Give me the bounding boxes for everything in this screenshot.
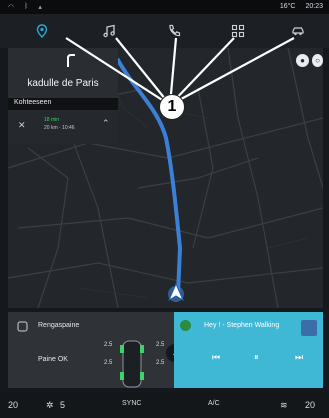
trip-details: 20 km · 10:46: [44, 125, 75, 131]
nav-tab-navigation[interactable]: [30, 20, 54, 42]
apps-grid-icon: [231, 24, 245, 38]
tire-pressure-widget[interactable]: Rengaspaine Paine OK 2.5 2.5 2.5 2.5: [8, 312, 174, 388]
signal-icon: ▴: [38, 4, 42, 11]
nav-tab-phone[interactable]: [162, 20, 186, 42]
navigation-pin-icon: [36, 24, 48, 38]
search-button[interactable]: ○: [312, 54, 323, 67]
next-track-button[interactable]: ⏭: [295, 352, 303, 363]
bluetooth-icon: ᛒ: [24, 3, 29, 10]
seat-heat-icon[interactable]: ≋: [280, 400, 288, 411]
music-app-icon: [180, 320, 191, 331]
microphone-button[interactable]: ●: [296, 54, 309, 67]
nav-tab-vehicle[interactable]: [286, 20, 310, 42]
destination-label: Kohteeseen: [14, 99, 52, 106]
ac-button[interactable]: A/C: [208, 400, 220, 407]
guidance-panel[interactable]: kadulle de Paris Kohteeseen ✕ 18 min 20 …: [8, 48, 118, 144]
climate-bar: 20 ✲ 5 SYNC A/C ≋ 20: [0, 392, 329, 418]
music-note-icon: [103, 24, 115, 38]
turn-left-arrow-icon: [67, 54, 75, 67]
fan-icon[interactable]: ✲: [46, 400, 54, 411]
tire-status: Paine OK: [38, 356, 68, 363]
status-bar: ◠ ᛒ ▴ 16°C 20:23: [0, 0, 329, 14]
top-nav-bar: [0, 14, 329, 48]
fan-speed[interactable]: 5: [60, 400, 65, 410]
left-temperature[interactable]: 20: [8, 400, 18, 410]
wifi-icon: ◠: [8, 4, 15, 11]
microphone-icon: ●: [300, 56, 305, 65]
clock: 20:23: [305, 3, 323, 10]
pause-button[interactable]: ⏸: [254, 352, 259, 363]
phone-icon: [169, 24, 181, 37]
sync-button[interactable]: SYNC: [122, 400, 141, 407]
outside-temperature: 16°C: [279, 3, 296, 10]
tire-widget-title: Rengaspaine: [38, 322, 80, 329]
close-icon[interactable]: ✕: [18, 120, 26, 131]
track-title: Hey ! - Stephen Walking: [204, 322, 280, 329]
car-top-view-icon: [120, 340, 144, 388]
album-art: [301, 320, 317, 336]
destination-header: Kohteeseen: [8, 98, 118, 110]
nav-tab-apps[interactable]: [226, 20, 250, 42]
chevron-up-icon[interactable]: ⌃: [102, 118, 110, 129]
trip-summary[interactable]: ✕ 18 min 20 km · 10:46 ⌃: [8, 110, 118, 144]
search-icon: ○: [315, 56, 320, 65]
next-street-name: kadulle de Paris: [27, 78, 99, 89]
trip-duration: 18 min: [44, 117, 60, 123]
car-icon: [292, 27, 304, 36]
nav-tab-music[interactable]: [97, 20, 121, 42]
right-temperature[interactable]: 20: [305, 400, 315, 410]
callout-number: 1: [159, 94, 185, 120]
tire-pressure-icon: [17, 321, 28, 332]
infotainment-screen: ◠ ᛒ ▴ 16°C 20:23 kadulle de Paris Kohtee…: [0, 0, 329, 418]
previous-track-button[interactable]: ⏮: [212, 352, 220, 363]
music-widget[interactable]: Hey ! - Stephen Walking ⏮ ⏸ ⏭: [174, 312, 323, 388]
